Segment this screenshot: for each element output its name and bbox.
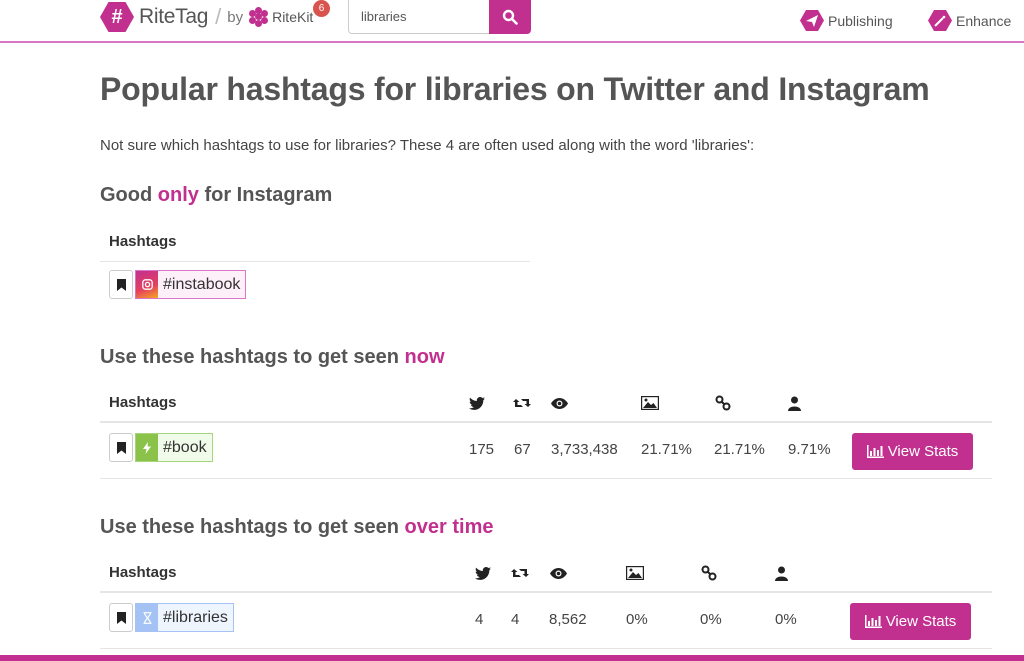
- links-icon: [714, 395, 732, 411]
- table-row: #book 175 67 3,733,438 21.71% 21.71% 9.7…: [100, 424, 992, 479]
- mentions-value: 9.71%: [788, 441, 831, 458]
- now-table-header: Hashtags: [100, 385, 992, 423]
- page-title: Popular hashtags for libraries on Twitte…: [100, 71, 930, 107]
- retweets-value: 4: [511, 611, 520, 628]
- retweets-icon: [511, 565, 529, 581]
- top-header: # RiteTag / by RiteKit 6 Publishing Enha…: [0, 0, 1024, 43]
- table-row: #instabook: [100, 261, 530, 316]
- ritekit-text: RiteKit: [272, 9, 314, 25]
- table-row: #libraries 4 4 8,562 0% 0% 0% View Stats: [100, 594, 992, 649]
- section-title-instagram: Good only for Instagram: [100, 184, 333, 206]
- hourglass-icon: [136, 604, 158, 631]
- nav-publishing-label: Publishing: [828, 12, 893, 29]
- mentions-icon: [785, 395, 803, 411]
- tweets-icon: [468, 395, 486, 411]
- images-value: 21.71%: [641, 441, 692, 458]
- instagram-icon: [136, 271, 158, 298]
- images-value: 0%: [626, 611, 648, 628]
- images-icon: [641, 395, 659, 411]
- view-stats-button[interactable]: View Stats: [850, 603, 971, 640]
- intro-text: Not sure which hashtags to use for libra…: [100, 137, 755, 154]
- mentions-icon: [772, 565, 790, 581]
- overtime-table-header: Hashtags: [100, 555, 992, 593]
- tweets-icon: [474, 565, 492, 581]
- search-button[interactable]: [489, 0, 531, 34]
- hashtags-header: Hashtags: [109, 564, 177, 581]
- ritetag-logo[interactable]: # RiteTag / by RiteKit: [100, 1, 313, 33]
- hashtag-logo-icon: #: [100, 2, 134, 32]
- mentions-value: 0%: [775, 611, 797, 628]
- bookmark-button[interactable]: [109, 270, 133, 299]
- links-icon: [700, 565, 718, 581]
- section-title-now: Use these hashtags to get seen now: [100, 346, 445, 368]
- logo-by: by: [227, 8, 244, 26]
- views-icon: [550, 395, 568, 411]
- footer-bar: [0, 655, 1024, 661]
- lightning-icon: [136, 434, 158, 461]
- tweets-value: 4: [475, 611, 484, 628]
- view-stats-button[interactable]: View Stats: [852, 433, 973, 470]
- magic-wand-icon: [928, 10, 952, 31]
- links-value: 21.71%: [714, 441, 765, 458]
- links-value: 0%: [700, 611, 722, 628]
- notification-badge[interactable]: 6: [313, 0, 330, 17]
- views-value: 3,733,438: [551, 441, 618, 458]
- bookmark-icon: [116, 278, 126, 291]
- bookmark-icon: [116, 441, 126, 454]
- hashtag-instabook[interactable]: #instabook: [135, 270, 247, 299]
- views-value: 8,562: [549, 611, 587, 628]
- hashtags-header: Hashtags: [109, 394, 177, 411]
- hashtag-book[interactable]: #book: [135, 433, 213, 462]
- retweets-icon: [513, 395, 531, 411]
- images-icon: [626, 565, 644, 581]
- bookmark-button[interactable]: [109, 433, 133, 462]
- views-icon: [549, 565, 567, 581]
- bookmark-button[interactable]: [109, 603, 133, 632]
- ritekit-flower-icon: [249, 7, 269, 27]
- nav-publishing[interactable]: Publishing: [800, 10, 893, 31]
- search-input[interactable]: [348, 0, 489, 34]
- bookmark-icon: [116, 611, 126, 624]
- logo-text: RiteTag: [139, 5, 209, 28]
- search-bar: [348, 0, 531, 34]
- logo-slash: /: [215, 4, 222, 29]
- retweets-value: 67: [514, 441, 531, 458]
- hashtags-header: Hashtags: [109, 233, 177, 250]
- section-title-overtime: Use these hashtags to get seen over time: [100, 516, 494, 538]
- instagram-table-header: Hashtags: [100, 224, 530, 262]
- bar-chart-icon: [864, 615, 882, 628]
- paper-plane-icon: [800, 10, 824, 31]
- tweets-value: 175: [469, 441, 495, 458]
- hashtag-libraries[interactable]: #libraries: [135, 603, 234, 632]
- nav-enhance-label: Enhance: [956, 12, 1012, 29]
- bar-chart-icon: [866, 445, 884, 458]
- nav-enhance[interactable]: Enhance: [928, 10, 1011, 31]
- search-icon: [502, 9, 518, 25]
